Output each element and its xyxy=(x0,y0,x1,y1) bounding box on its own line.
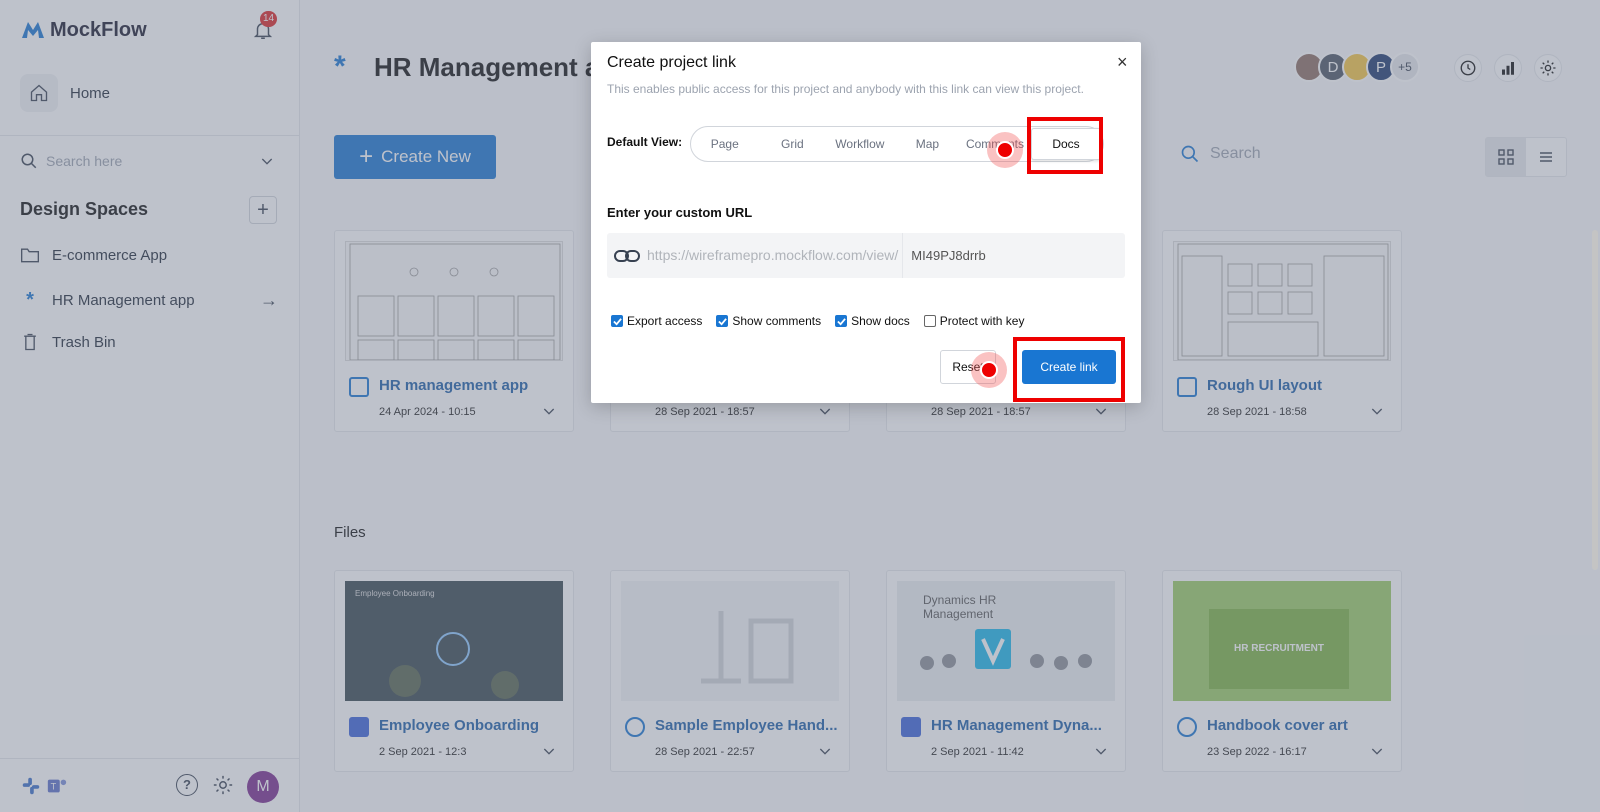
checkbox-checked-icon[interactable] xyxy=(611,315,623,327)
create-project-link-dialog: Create project link × This enables publi… xyxy=(591,42,1141,403)
custom-url-label: Enter your custom URL xyxy=(607,205,753,220)
checkbox-label: Export access xyxy=(627,314,703,328)
custom-url-field[interactable]: https://wireframepro.mockflow.com/view/ … xyxy=(607,233,1125,278)
click-marker xyxy=(987,132,1023,168)
default-view-label: Default View: xyxy=(607,135,683,149)
checkbox-label: Show comments xyxy=(732,314,822,328)
show-comments-checkbox[interactable]: Show comments xyxy=(716,314,821,328)
protect-with-key-checkbox[interactable]: Protect with key xyxy=(923,314,1025,328)
link-icon xyxy=(607,248,647,264)
view-option-map[interactable]: Map xyxy=(894,137,962,151)
view-option-workflow[interactable]: Workflow xyxy=(826,137,894,151)
checkbox-label: Protect with key xyxy=(939,314,1025,328)
checkbox-checked-icon[interactable] xyxy=(835,315,848,327)
view-option-page[interactable]: Page xyxy=(691,137,759,151)
url-slug-input[interactable]: MI49PJ8drrb xyxy=(903,233,986,278)
export-access-checkbox[interactable]: Export access xyxy=(611,314,702,328)
dialog-subtitle: This enables public access for this proj… xyxy=(607,82,1084,96)
checkbox-checked-icon[interactable] xyxy=(716,315,729,327)
url-prefix: https://wireframepro.mockflow.com/view/ xyxy=(647,233,904,278)
highlight-box xyxy=(1013,337,1125,402)
dialog-title: Create project link xyxy=(607,54,736,71)
checkbox-label: Show docs xyxy=(851,314,910,328)
checkbox-unchecked-icon[interactable] xyxy=(923,315,936,327)
link-options: Export access Show comments Show docs Pr… xyxy=(611,314,1024,328)
click-marker xyxy=(971,352,1007,388)
show-docs-checkbox[interactable]: Show docs xyxy=(835,314,910,328)
close-icon[interactable]: × xyxy=(1117,52,1128,73)
scrollbar[interactable] xyxy=(1592,230,1598,570)
view-option-grid[interactable]: Grid xyxy=(759,137,827,151)
highlight-box xyxy=(1027,117,1103,174)
